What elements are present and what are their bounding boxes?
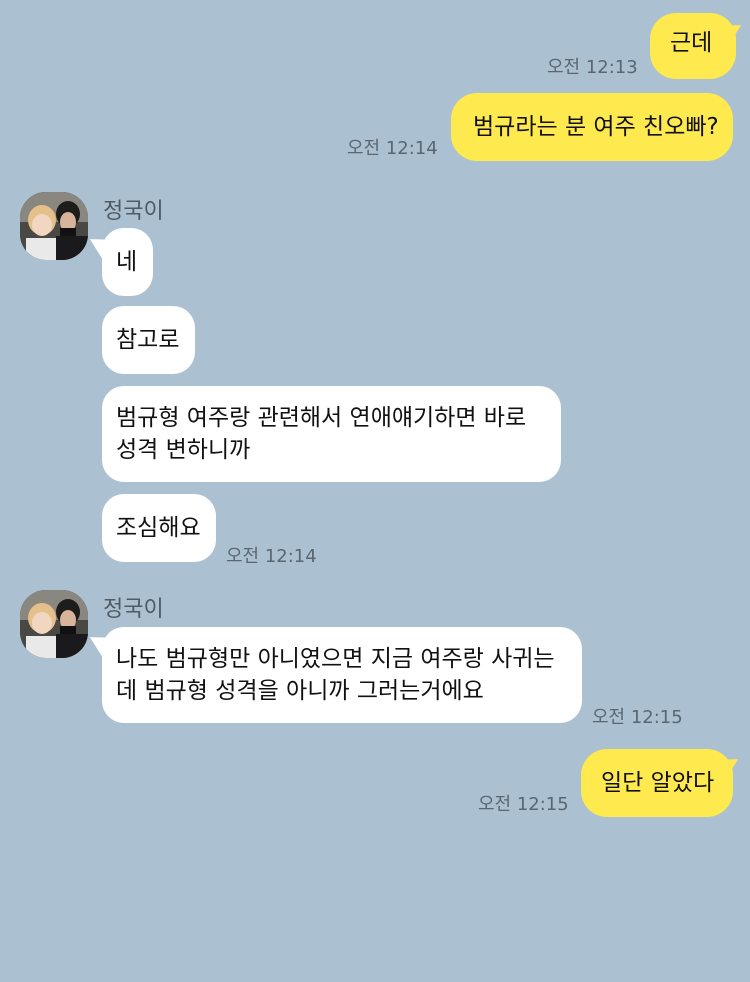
their-message-bubble[interactable]: 참고로 <box>102 306 195 374</box>
their-message-bubble[interactable]: 네 <box>102 228 153 296</box>
sender-name: 정국이 <box>103 199 164 224</box>
my-message-bubble[interactable]: 범규라는 분 여주 친오빠? <box>451 93 733 161</box>
my-message-bubble[interactable]: 일단 알았다 <box>581 749 733 817</box>
their-message-bubble[interactable]: 조심해요 <box>102 494 216 562</box>
message-timestamp: 오전 12:14 <box>226 546 317 567</box>
my-message-bubble[interactable]: 근데 <box>650 13 736 79</box>
their-message-bubble[interactable]: 범규형 여주랑 관련해서 연애얘기하면 바로 성격 변하니까 <box>102 386 561 482</box>
message-timestamp: 오전 12:13 <box>547 57 638 78</box>
message-timestamp: 오전 12:15 <box>592 707 683 728</box>
their-message-bubble[interactable]: 나도 범규형만 아니였으면 지금 여주랑 사귀는데 범규형 성격을 아니까 그러… <box>102 627 582 723</box>
sender-name: 정국이 <box>103 597 164 622</box>
sender-avatar[interactable] <box>20 590 88 658</box>
message-timestamp: 오전 12:15 <box>478 794 569 815</box>
sender-avatar[interactable] <box>20 192 88 260</box>
profile-photo-icon <box>20 192 88 260</box>
profile-photo-icon <box>20 590 88 658</box>
message-timestamp: 오전 12:14 <box>347 138 438 159</box>
